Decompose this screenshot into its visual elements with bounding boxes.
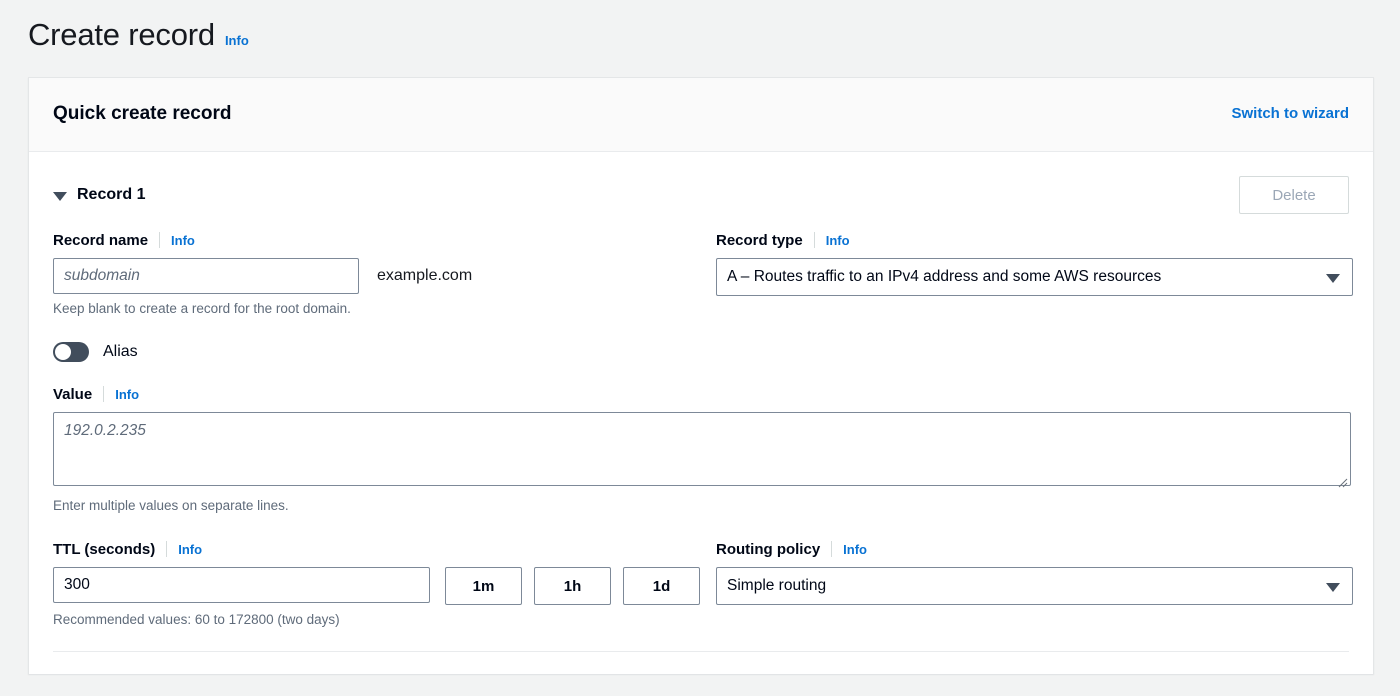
switch-to-wizard-link[interactable]: Switch to wizard xyxy=(1231,105,1349,122)
record-type-selected-value: A – Routes traffic to an IPv4 address an… xyxy=(727,268,1161,286)
value-field: Value Info Enter multiple values on sepa… xyxy=(53,384,1349,515)
section-divider xyxy=(53,651,1349,652)
delete-button[interactable]: Delete xyxy=(1239,176,1349,214)
toggle-knob xyxy=(55,344,71,360)
record-type-field: Record type Info A – Routes traffic to a… xyxy=(716,230,1353,318)
routing-policy-label: Routing policy xyxy=(716,541,820,558)
caret-down-icon xyxy=(1326,583,1340,592)
label-divider xyxy=(166,541,167,557)
page-header: Create record Info xyxy=(0,0,1400,54)
ttl-hint: Recommended values: 60 to 172800 (two da… xyxy=(53,611,716,629)
record-header-row: Record 1 Delete xyxy=(53,174,1349,216)
record-expand-toggle[interactable]: Record 1 xyxy=(53,186,145,204)
quick-create-record-card: Quick create record Switch to wizard Rec… xyxy=(28,77,1374,674)
value-label-row: Value Info xyxy=(53,384,1349,404)
record-type-label-row: Record type Info xyxy=(716,230,1353,250)
record-name-label: Record name xyxy=(53,232,148,249)
routing-policy-label-row: Routing policy Info xyxy=(716,539,1353,559)
routing-policy-field: Routing policy Info Simple routing xyxy=(716,539,1353,629)
record-type-select[interactable]: A – Routes traffic to an IPv4 address an… xyxy=(716,258,1353,296)
card-header-title: Quick create record xyxy=(53,102,231,126)
ttl-input-wrap xyxy=(53,567,430,603)
value-textarea[interactable] xyxy=(53,412,1351,486)
ttl-input-row: 1m 1h 1d xyxy=(53,567,716,605)
ttl-quick-buttons: 1m 1h 1d xyxy=(445,567,700,605)
record-name-input-row: example.com xyxy=(53,258,716,294)
caret-down-icon xyxy=(1326,274,1340,283)
record-name-field: Record name Info example.com Keep blank … xyxy=(53,230,716,318)
record-name-hint: Keep blank to create a record for the ro… xyxy=(53,300,716,318)
label-divider xyxy=(831,541,832,557)
record-name-label-row: Record name Info xyxy=(53,230,716,250)
value-textarea-wrap xyxy=(53,412,1351,491)
routing-policy-select[interactable]: Simple routing xyxy=(716,567,1353,605)
value-label: Value xyxy=(53,386,92,403)
ttl-label: TTL (seconds) xyxy=(53,541,155,558)
record-type-info-link[interactable]: Info xyxy=(826,233,850,248)
record-title: Record 1 xyxy=(77,186,145,204)
ttl-field: TTL (seconds) Info 1m 1h 1d Recommended … xyxy=(53,539,716,629)
ttl-input[interactable] xyxy=(53,567,430,603)
alias-toggle[interactable] xyxy=(53,342,89,362)
card-body: Record 1 Delete Record name Info example… xyxy=(29,152,1373,674)
routing-policy-selected-value: Simple routing xyxy=(727,577,826,595)
record-name-domain-suffix: example.com xyxy=(377,267,472,285)
label-divider xyxy=(814,232,815,248)
alias-toggle-row: Alias xyxy=(53,342,1349,362)
value-hint: Enter multiple values on separate lines. xyxy=(53,497,1349,515)
routing-policy-info-link[interactable]: Info xyxy=(843,542,867,557)
page-info-link[interactable]: Info xyxy=(225,33,249,48)
record-name-info-link[interactable]: Info xyxy=(171,233,195,248)
ttl-and-routing-row: TTL (seconds) Info 1m 1h 1d Recommended … xyxy=(53,539,1349,629)
alias-label: Alias xyxy=(103,343,138,361)
caret-down-icon xyxy=(53,192,67,201)
ttl-quick-1d-button[interactable]: 1d xyxy=(623,567,700,605)
card-header: Quick create record Switch to wizard xyxy=(29,78,1373,152)
record-type-label: Record type xyxy=(716,232,803,249)
ttl-quick-1h-button[interactable]: 1h xyxy=(534,567,611,605)
ttl-label-row: TTL (seconds) Info xyxy=(53,539,716,559)
name-and-type-row: Record name Info example.com Keep blank … xyxy=(53,230,1349,318)
ttl-quick-1m-button[interactable]: 1m xyxy=(445,567,522,605)
value-info-link[interactable]: Info xyxy=(115,387,139,402)
record-name-input[interactable] xyxy=(53,258,359,294)
label-divider xyxy=(159,232,160,248)
ttl-info-link[interactable]: Info xyxy=(178,542,202,557)
label-divider xyxy=(103,386,104,402)
record-name-input-wrap xyxy=(53,258,359,294)
page-title: Create record xyxy=(28,16,215,54)
